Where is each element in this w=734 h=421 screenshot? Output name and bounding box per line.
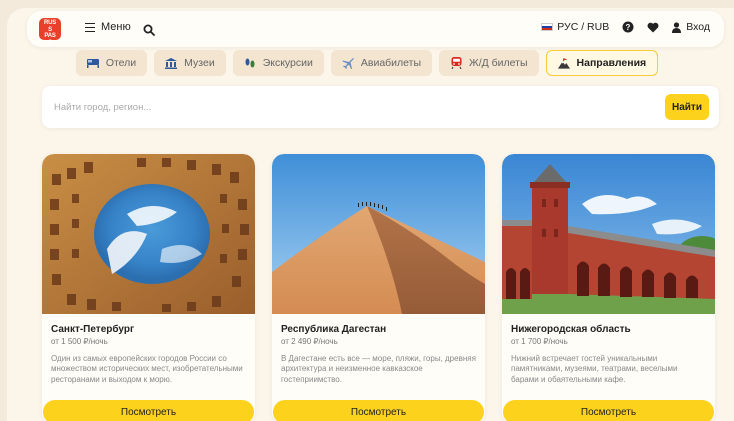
card-title: Санкт-Петербург [51,324,135,335]
tab-label: Отели [105,57,137,69]
dagestan-dune-image [272,154,485,314]
view-button[interactable]: Посмотреть [43,400,254,421]
card-description: Один из самых европейских городов России… [51,354,243,384]
destination-card-spb[interactable]: Санкт-Петербург от 1 500 ₽/ночь Один из … [42,154,255,421]
tab-trains[interactable]: Ж/Д билеты [439,50,539,76]
tab-hotels[interactable]: Отели [75,50,148,76]
category-tabs: Отели Музеи Экскурсии Авиабилеты Ж/Д бил… [0,50,734,76]
tab-directions[interactable]: Направления [545,50,659,76]
locale-currency-button[interactable]: РУС / RUB [541,21,609,33]
user-icon [672,21,682,33]
destination-card-nizhny[interactable]: Нижегородская область от 1 700 ₽/ночь Ни… [502,154,715,421]
card-price: от 1 700 ₽/ночь [511,337,568,346]
menu-label: Меню [101,21,131,33]
card-price: от 1 500 ₽/ночь [51,337,108,346]
search-input[interactable] [54,98,614,116]
tab-label: Ж/Д билеты [469,57,528,69]
view-button[interactable]: Посмотреть [273,400,484,421]
search-icon[interactable] [143,23,155,41]
menu-button[interactable]: Меню [85,21,131,33]
nizhny-kremlin-image [502,154,715,314]
museum-icon [165,57,178,69]
find-button[interactable]: Найти [665,94,709,120]
hamburger-icon [85,22,95,32]
favorites-heart-icon[interactable] [647,22,659,33]
mountain-icon [557,57,570,69]
tab-museums[interactable]: Музеи [154,50,226,76]
spb-courtyard-image [42,154,255,314]
login-label: Вход [686,21,710,33]
svg-text:?: ? [626,23,631,32]
card-description: Нижний встречает гостей уникальными памя… [511,354,678,384]
card-title: Республика Дагестан [281,324,387,335]
login-button[interactable]: Вход [672,21,710,33]
destination-search-bar: Найти [42,86,719,128]
tab-label: Музеи [184,57,215,69]
footprints-icon [244,58,256,69]
russpass-logo[interactable]: RUSS PASS [39,18,61,46]
tab-label: Авиабилеты [360,57,422,69]
help-icon[interactable]: ? [622,21,634,33]
bed-icon [86,58,99,69]
top-header: RUSS PASS Меню РУС / RUB ? Вход [27,11,724,47]
tab-label: Экскурсии [262,57,313,69]
card-title: Нижегородская область [511,324,631,335]
train-icon [450,57,462,69]
card-description: В Дагестане есть все — море, пляжи, горы… [281,354,476,384]
locale-label: РУС / RUB [557,21,610,33]
destination-card-dagestan[interactable]: Республика Дагестан от 2 490 ₽/ночь В Да… [272,154,485,421]
plane-icon [342,58,354,69]
view-button[interactable]: Посмотреть [503,400,714,421]
logo-text: RUSS PASS [43,20,57,46]
tab-excursions[interactable]: Экскурсии [232,50,324,76]
card-price: от 2 490 ₽/ночь [281,337,338,346]
tab-flights[interactable]: Авиабилеты [330,50,433,76]
russia-flag-icon [541,23,554,31]
tab-label: Направления [576,57,647,69]
